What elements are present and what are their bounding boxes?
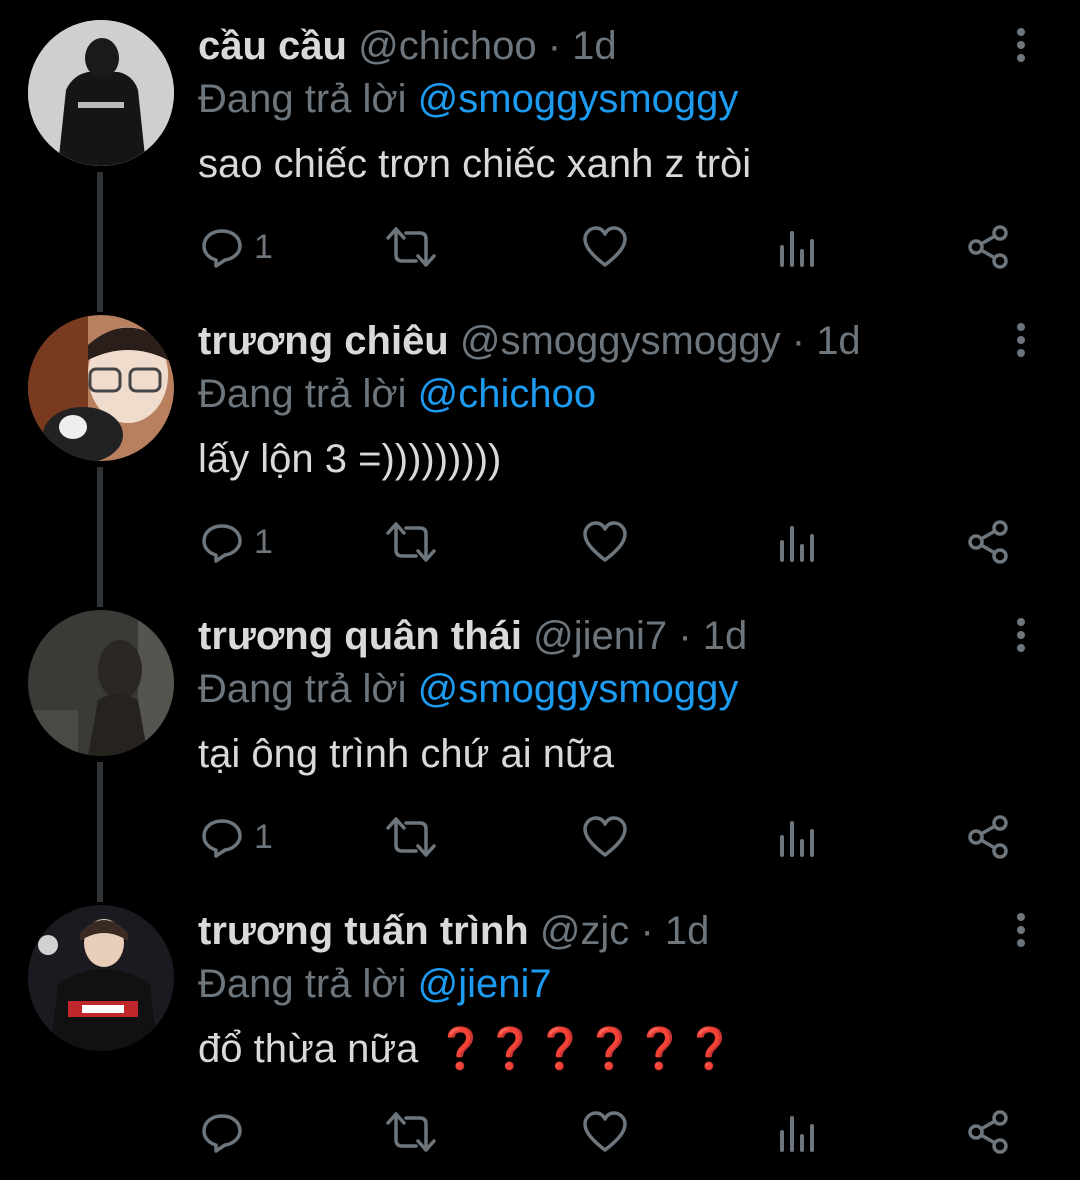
- tweet-actions: 1: [0, 812, 1080, 862]
- reply-count: 1: [254, 227, 273, 266]
- timestamp[interactable]: 1d: [665, 909, 710, 953]
- user-handle[interactable]: @jieni7: [533, 614, 667, 658]
- tweet-actions: 1: [0, 517, 1080, 567]
- separator-dot: ·: [547, 24, 562, 68]
- user-handle[interactable]: @smoggysmoggy: [460, 319, 781, 363]
- share-button[interactable]: [966, 1107, 1010, 1157]
- retweet-icon: [386, 817, 436, 857]
- analytics-button[interactable]: [778, 222, 818, 272]
- heart-icon: [583, 816, 627, 857]
- display-name[interactable]: trương quân thái: [198, 614, 522, 658]
- analytics-button[interactable]: [778, 1107, 818, 1157]
- share-icon: [968, 520, 1008, 564]
- retweet-button[interactable]: [386, 517, 436, 567]
- tweet-actions: [0, 1107, 1080, 1157]
- more-options-button[interactable]: [1010, 913, 1032, 953]
- reply-button[interactable]: [200, 1107, 254, 1157]
- heart-icon: [583, 521, 627, 562]
- retweet-button[interactable]: [386, 222, 436, 272]
- analytics-icon: [780, 1116, 814, 1152]
- analytics-icon: [780, 526, 814, 562]
- reply-icon: [202, 819, 242, 858]
- user-handle[interactable]: @zjc: [540, 909, 630, 953]
- more-vertical-icon: [1017, 618, 1025, 626]
- question-mark-emoji: ❓❓❓❓❓❓: [435, 1027, 735, 1071]
- like-button[interactable]: [582, 517, 628, 567]
- separator-dot: ·: [640, 909, 654, 953]
- tweet-text: đổ thừa nữa ❓❓❓❓❓❓: [198, 1021, 990, 1077]
- separator-dot: ·: [678, 614, 692, 658]
- replying-to-label: Đang trả lời: [198, 372, 407, 416]
- avatar[interactable]: [28, 905, 174, 1051]
- more-options-button[interactable]: [1010, 28, 1032, 68]
- share-icon: [968, 225, 1008, 269]
- tweet[interactable]: trương tuấn trình @zjc · 1d Đang trả lời…: [0, 885, 1080, 1180]
- tweet-actions: 1: [0, 222, 1080, 272]
- share-button[interactable]: [966, 517, 1010, 567]
- mention-link[interactable]: @chichoo: [418, 372, 596, 416]
- mention-link[interactable]: @smoggysmoggy: [418, 77, 739, 121]
- replying-to-label: Đang trả lời: [198, 962, 407, 1006]
- tweet[interactable]: trương chiêu @smoggysmoggy · 1d Đang trả…: [0, 295, 1080, 590]
- separator-dot: ·: [791, 319, 806, 363]
- retweet-button[interactable]: [386, 812, 436, 862]
- reply-button[interactable]: 1: [200, 517, 273, 567]
- tweet-text: lấy lộn 3 =))))))))): [198, 437, 502, 481]
- share-icon: [968, 1110, 1008, 1154]
- analytics-button[interactable]: [778, 517, 818, 567]
- avatar[interactable]: [28, 610, 174, 756]
- display-name[interactable]: cầu cầu: [198, 24, 347, 68]
- reply-icon: [202, 524, 242, 563]
- display-name[interactable]: trương tuấn trình: [198, 909, 529, 953]
- reply-button[interactable]: 1: [200, 812, 273, 862]
- more-vertical-icon: [1017, 28, 1025, 36]
- reply-icon: [202, 1114, 242, 1153]
- user-handle[interactable]: @chichoo: [358, 24, 536, 68]
- analytics-icon: [780, 231, 814, 267]
- heart-icon: [583, 1111, 627, 1152]
- reply-count: 1: [254, 817, 273, 856]
- analytics-icon: [780, 821, 814, 857]
- tweet[interactable]: trương quân thái @jieni7 · 1d Đang trả l…: [0, 590, 1080, 885]
- reply-button[interactable]: 1: [200, 222, 273, 272]
- avatar[interactable]: [28, 20, 174, 166]
- replying-to-label: Đang trả lời: [198, 77, 407, 121]
- share-button[interactable]: [966, 222, 1010, 272]
- timestamp[interactable]: 1d: [703, 614, 748, 658]
- retweet-icon: [386, 1112, 436, 1152]
- retweet-icon: [386, 227, 436, 267]
- like-button[interactable]: [582, 222, 628, 272]
- retweet-icon: [386, 522, 436, 562]
- more-options-button[interactable]: [1010, 323, 1032, 363]
- heart-icon: [583, 226, 627, 267]
- reply-count: 1: [254, 522, 273, 561]
- tweet[interactable]: cầu cầu @chichoo · 1d Đang trả lời @smog…: [0, 0, 1080, 295]
- display-name[interactable]: trương chiêu: [198, 319, 449, 363]
- avatar[interactable]: [28, 315, 174, 461]
- timestamp[interactable]: 1d: [816, 319, 861, 363]
- analytics-button[interactable]: [778, 812, 818, 862]
- like-button[interactable]: [582, 812, 628, 862]
- tweet-text: tại ông trình chứ ai nữa: [198, 732, 615, 776]
- like-button[interactable]: [582, 1107, 628, 1157]
- reply-icon: [202, 229, 242, 268]
- tweet-text: sao chiếc trơn chiếc xanh z tròi: [198, 142, 752, 186]
- timestamp[interactable]: 1d: [572, 24, 617, 68]
- share-button[interactable]: [966, 812, 1010, 862]
- mention-link[interactable]: @smoggysmoggy: [418, 667, 739, 711]
- replying-to-label: Đang trả lời: [198, 667, 407, 711]
- mention-link[interactable]: @jieni7: [418, 962, 552, 1006]
- tweet-text-content: đổ thừa nữa: [198, 1027, 419, 1071]
- retweet-button[interactable]: [386, 1107, 436, 1157]
- more-options-button[interactable]: [1010, 618, 1032, 658]
- more-vertical-icon: [1017, 323, 1025, 331]
- more-vertical-icon: [1017, 913, 1025, 921]
- share-icon: [968, 815, 1008, 859]
